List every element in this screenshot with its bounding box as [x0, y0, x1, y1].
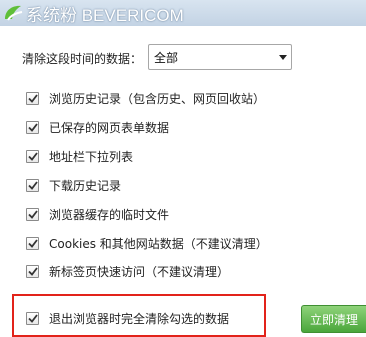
checkbox[interactable] [26, 236, 39, 250]
chevron-down-icon[interactable] [275, 44, 291, 70]
option-label: 地址栏下拉列表 [49, 149, 134, 164]
option-label: 退出浏览器时完全清除勾选的数据 [49, 311, 230, 326]
checkbox[interactable] [26, 311, 39, 325]
checkmark-icon [27, 122, 38, 132]
option-cookies[interactable]: Cookies 和其他网站数据（不建议清理） [26, 233, 268, 253]
option-label: Cookies 和其他网站数据（不建议清理） [49, 236, 268, 251]
time-range-value: 全部 [154, 50, 179, 65]
checkbox[interactable] [26, 207, 39, 221]
checkbox[interactable] [26, 120, 39, 134]
checkmark-icon [27, 180, 38, 190]
option-new-tab-quick-access[interactable]: 新标签页快速访问（不建议清理） [26, 261, 229, 281]
time-range-label: 清除这段时间的数据： [22, 51, 143, 66]
option-download-history[interactable]: 下载历史记录 [26, 175, 121, 195]
time-range-row: 清除这段时间的数据： [22, 45, 142, 71]
checkmark-icon [27, 93, 38, 103]
checkbox[interactable] [26, 91, 39, 105]
option-label: 浏览历史记录（包含历史、网页回收站） [49, 91, 266, 106]
time-range-select[interactable]: 全部 [148, 44, 292, 70]
watermark-text: 系统粉 BEVERICOM [26, 5, 184, 25]
checkbox[interactable] [26, 264, 39, 278]
option-address-bar-list[interactable]: 地址栏下拉列表 [26, 146, 133, 166]
option-label: 新标签页快速访问（不建议清理） [49, 264, 230, 279]
option-cache-files[interactable]: 浏览器缓存的临时文件 [26, 204, 169, 224]
checkbox[interactable] [26, 178, 39, 192]
clear-now-button[interactable]: 立即清理 [301, 305, 366, 333]
option-clear-on-exit[interactable]: 退出浏览器时完全清除勾选的数据 [26, 308, 229, 328]
option-label: 浏览器缓存的临时文件 [49, 207, 170, 222]
watermark: 系统粉 BEVERICOM [0, 2, 184, 25]
checkmark-icon [27, 266, 38, 276]
checkmark-icon [27, 313, 38, 323]
option-browsing-history[interactable]: 浏览历史记录（包含历史、网页回收站） [26, 88, 265, 108]
option-form-data[interactable]: 已保存的网页表单数据 [26, 117, 169, 137]
option-label: 下载历史记录 [49, 178, 122, 193]
watermark-logo-icon [5, 5, 23, 21]
option-label: 已保存的网页表单数据 [49, 120, 170, 135]
checkmark-icon [27, 209, 38, 219]
checkbox[interactable] [26, 149, 39, 163]
checkmark-icon [27, 151, 38, 161]
checkmark-icon [27, 238, 38, 248]
